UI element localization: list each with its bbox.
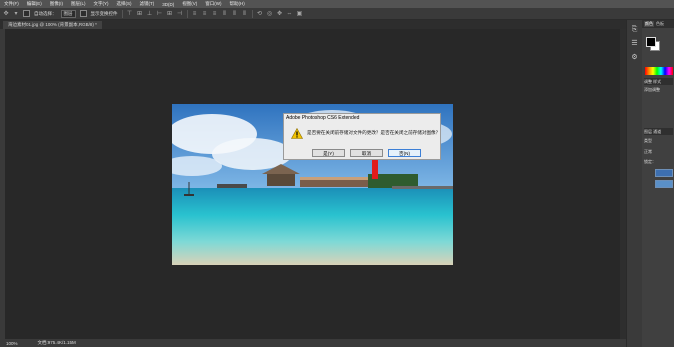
add-adjustment-label: 添加调整 xyxy=(644,87,660,92)
properties-icon[interactable]: ☰ xyxy=(631,40,639,48)
tab-layers[interactable]: 图层 xyxy=(644,129,652,134)
tab-channels[interactable]: 通道 xyxy=(653,129,661,134)
3d-slide-icon[interactable]: ⇔ xyxy=(287,11,293,17)
document-tab[interactable]: 海边素材01.jpg @ 100% (背景副本,RGB/8) * xyxy=(3,21,102,29)
options-bar: ✥ ▾ 自动选择： 图层 显示变换控件 ⊤ ⊞ ⊥ ⊢ ⊞ ⊣ ≡ ≡ ≡ ⦀ … xyxy=(0,8,674,20)
foreground-color-swatch[interactable] xyxy=(646,37,656,47)
dialog-message: 是否要在关闭前存储对文件的更改？是否在关闭之前存储对图像？ xyxy=(307,130,441,135)
show-transform-checkbox[interactable] xyxy=(79,10,87,17)
distribute-icon[interactable]: ≡ xyxy=(192,11,198,17)
menu-image[interactable]: 图像(I) xyxy=(46,1,67,7)
menu-select[interactable]: 选择(S) xyxy=(113,1,136,7)
3d-roll-icon[interactable]: ◎ xyxy=(267,11,273,17)
chevron-down-icon[interactable]: ▾ xyxy=(13,11,19,17)
move-tool-icon[interactable]: ✥ xyxy=(3,11,9,17)
color-spectrum[interactable] xyxy=(645,67,673,75)
menu-type[interactable]: 文字(Y) xyxy=(90,1,113,7)
tab-styles[interactable]: 样式 xyxy=(653,79,661,84)
align-middle-icon[interactable]: ⊞ xyxy=(137,11,143,17)
distribute-icon[interactable]: ⦀ xyxy=(232,11,238,17)
align-center-icon[interactable]: ⊞ xyxy=(167,11,173,17)
history-icon[interactable]: ⎘ xyxy=(631,26,639,34)
save-changes-dialog: Adobe Photoshop CS6 Extended 是否要在关闭前存储对文… xyxy=(283,113,441,160)
cancel-button[interactable]: 取消 xyxy=(350,149,383,157)
tools-panel[interactable] xyxy=(0,29,5,339)
layer-select-dropdown[interactable]: 图层 xyxy=(60,9,76,18)
layer-thumbnail-background[interactable] xyxy=(655,180,673,188)
show-transform-label: 显示变换控件 xyxy=(90,10,118,16)
distribute-icon[interactable]: ⦀ xyxy=(222,11,228,17)
lock-label: 锁定： xyxy=(644,159,656,164)
divider xyxy=(251,9,253,18)
distribute-icon[interactable]: ⦀ xyxy=(242,11,248,17)
3d-scale-icon[interactable]: ▣ xyxy=(297,11,303,17)
layers-panel-tabs: 图层 通道 xyxy=(644,128,673,135)
menu-filter[interactable]: 滤镜(T) xyxy=(136,1,159,7)
layer-thumbnail-copy[interactable] xyxy=(655,169,673,177)
status-bar: 100% 文档:975.4K/1.15M xyxy=(0,339,626,347)
warning-icon xyxy=(291,128,303,139)
3d-rotate-icon[interactable]: ⟲ xyxy=(257,11,263,17)
distribute-icon[interactable]: ≡ xyxy=(202,11,208,17)
menu-layer[interactable]: 图层(L) xyxy=(67,1,90,7)
align-left-icon[interactable]: ⊢ xyxy=(157,11,163,17)
tab-color[interactable]: 颜色 xyxy=(644,21,654,27)
menu-3d[interactable]: 3D(D) xyxy=(158,2,178,7)
blend-mode-dropdown[interactable]: 正常 xyxy=(644,148,673,155)
divider xyxy=(121,9,123,18)
panel-icon-strip: ⎘ ☰ ⚙ xyxy=(626,20,642,347)
auto-select-checkbox[interactable] xyxy=(23,10,30,17)
menu-edit[interactable]: 编辑(E) xyxy=(23,1,46,7)
tab-adjustments[interactable]: 调整 xyxy=(644,79,652,84)
menu-file[interactable]: 文件(F) xyxy=(0,1,23,7)
divider xyxy=(186,9,188,18)
zoom-level[interactable]: 100% xyxy=(6,341,18,346)
menu-help[interactable]: 帮助(H) xyxy=(226,1,249,7)
align-bottom-icon[interactable]: ⊥ xyxy=(147,11,153,17)
auto-select-label: 自动选择： xyxy=(34,10,57,16)
adjust-panel-tabs: 调整 样式 xyxy=(644,78,673,85)
settings-icon[interactable]: ⚙ xyxy=(631,54,639,62)
align-top-icon[interactable]: ⊤ xyxy=(127,11,133,17)
layer-kind-filter[interactable]: 类型 xyxy=(644,137,673,144)
tab-swatches[interactable]: 色板 xyxy=(656,21,664,27)
menu-bar: 文件(F) 编辑(E) 图像(I) 图层(L) 文字(Y) 选择(S) 滤镜(T… xyxy=(0,0,674,8)
distribute-icon[interactable]: ≡ xyxy=(212,11,218,17)
document-info: 文档:975.4K/1.15M xyxy=(37,340,76,345)
menu-view[interactable]: 视图(V) xyxy=(178,1,201,7)
align-right-icon[interactable]: ⊣ xyxy=(177,11,183,17)
yes-button[interactable]: 是(Y) xyxy=(312,149,345,157)
color-panel-tabs: 颜色 色板 xyxy=(642,20,674,28)
no-button[interactable]: 否(N) xyxy=(388,149,421,157)
dialog-title: Adobe Photoshop CS6 Extended xyxy=(286,115,360,121)
menu-window[interactable]: 窗口(W) xyxy=(201,1,225,7)
3d-pan-icon[interactable]: ✥ xyxy=(277,11,283,17)
